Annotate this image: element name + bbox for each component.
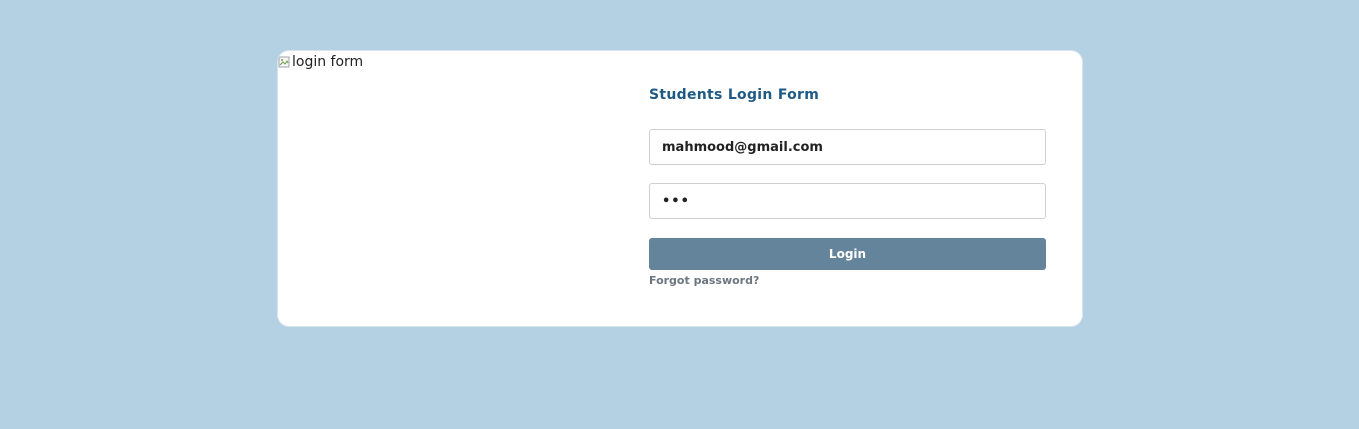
forgot-password-link[interactable]: Forgot password? (649, 274, 759, 287)
email-field[interactable]: mahmood@gmail.com (649, 129, 1046, 165)
image-alt-text: login form (292, 54, 364, 70)
password-field[interactable]: ••• (649, 183, 1046, 219)
broken-image-icon (278, 55, 290, 69)
login-button[interactable]: Login (649, 238, 1046, 270)
login-form-image: login form (278, 53, 363, 71)
form-title: Students Login Form (649, 87, 820, 103)
login-card: login form Students Login Form mahmood@g… (277, 50, 1083, 327)
password-masked-value: ••• (662, 193, 690, 209)
email-value: mahmood@gmail.com (662, 139, 823, 155)
login-button-label: Login (828, 247, 867, 261)
